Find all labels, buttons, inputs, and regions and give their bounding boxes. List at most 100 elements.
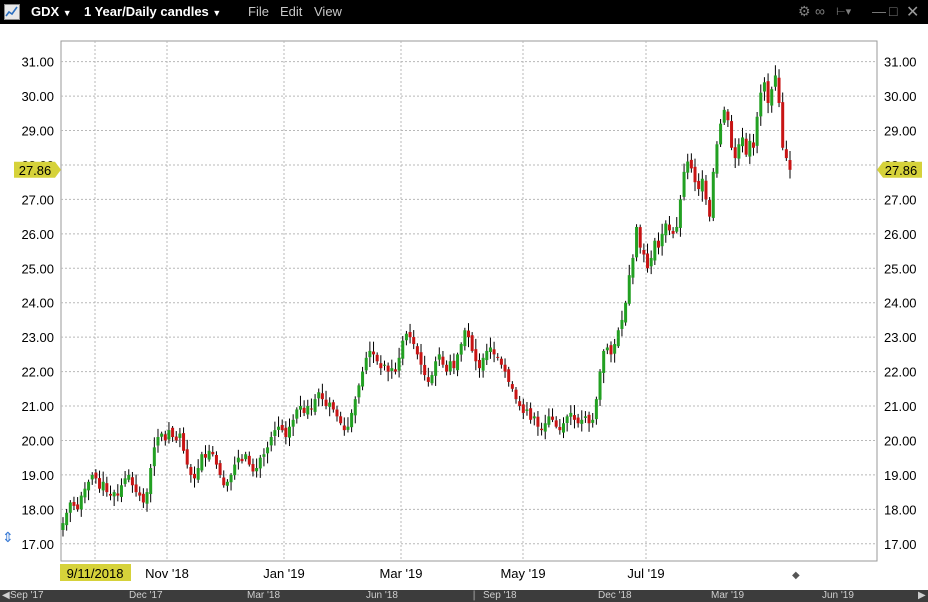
candle-body [98, 478, 102, 489]
candle-body [540, 428, 544, 431]
candle-body [342, 425, 346, 431]
chart-app-icon[interactable] [4, 4, 20, 20]
close-icon[interactable]: ✕ [906, 2, 919, 22]
candle-body [423, 364, 427, 376]
candle-body [280, 424, 284, 431]
menu-view[interactable]: View [314, 4, 342, 19]
candle-body [656, 240, 660, 248]
candle-body [320, 393, 324, 400]
candle-body [561, 423, 565, 433]
candle-body [83, 488, 87, 498]
candle-body [182, 433, 186, 451]
candle-body [397, 357, 401, 371]
candle-body [401, 340, 405, 359]
candle-body [448, 361, 452, 372]
candle-body [382, 364, 386, 366]
y-tick-label-right: 21.00 [884, 399, 917, 414]
candle-body [379, 363, 383, 369]
pin-icon[interactable]: ⊢▾ [836, 5, 851, 18]
candle-body [87, 481, 91, 491]
candle-body [112, 492, 116, 497]
timeframe-selector[interactable]: 1 Year/Daily candles ▼ [84, 4, 221, 19]
candle-body [437, 354, 441, 360]
candle-body [719, 123, 723, 145]
candle-body [693, 166, 697, 183]
nav-handle-icon[interactable]: ❙ [470, 590, 478, 601]
chart-area[interactable]: 17.00 18.00 19.00 20.00 21.00 22.00 23.00 24.00… [0, 24, 928, 590]
symbol-label: GDX [31, 4, 60, 19]
candle-body [368, 350, 372, 358]
candle-body [156, 437, 160, 446]
candle-body [331, 402, 335, 410]
candle-body [587, 414, 591, 424]
nav-label: Mar '19 [711, 590, 745, 601]
nav-left-arrow-icon[interactable]: ◀ [2, 590, 10, 601]
candle-body [306, 406, 310, 415]
candle-body [470, 335, 474, 351]
candle-body [514, 389, 518, 400]
candle-body [583, 416, 587, 418]
candle-body [244, 454, 248, 460]
y-tick-label-right: 23.00 [884, 330, 917, 345]
candle-body [682, 171, 686, 197]
nav-right-arrow-icon[interactable]: ▶ [918, 590, 926, 601]
candle-body [372, 351, 376, 355]
candle-body [207, 450, 211, 460]
candle-body [145, 492, 149, 504]
symbol-selector[interactable]: GDX ▼ [31, 4, 72, 19]
candle-body [737, 144, 741, 159]
candle-body [474, 349, 478, 362]
candle-body [141, 493, 145, 503]
nav-label: Dec '18 [598, 590, 632, 601]
candle-body [441, 356, 445, 365]
candle-body [426, 377, 430, 382]
candlestick-chart[interactable]: 17.00 18.00 19.00 20.00 21.00 22.00 23.00 24.00… [0, 24, 928, 590]
candle-body [200, 454, 204, 471]
y-tick-label-right: 31.00 [884, 55, 917, 70]
candle-body [408, 332, 412, 338]
candle-body [507, 369, 511, 382]
candle-body [298, 406, 302, 410]
candle-body [467, 330, 471, 338]
candle-body [784, 149, 788, 159]
candle-body [609, 345, 613, 355]
candle-body [313, 399, 317, 412]
menu-file[interactable]: File [248, 4, 269, 19]
candle-body [766, 81, 770, 103]
y-tick-label-left: 21.00 [21, 399, 54, 414]
candle-body [503, 364, 507, 372]
timeline-navigator[interactable]: ◀ Sep '17 Dec '17 Mar '18 Jun '18 ❙ Sep … [0, 590, 928, 602]
candle-body [532, 416, 536, 419]
candle-body [415, 346, 419, 355]
candle-body [726, 111, 730, 121]
candle-body [689, 159, 693, 169]
candle-body [328, 402, 332, 407]
y-tick-label-left: 31.00 [21, 55, 54, 70]
y-tick-label-right: 29.00 [884, 124, 917, 139]
nav-label: Mar '18 [247, 590, 281, 601]
candle-body [748, 140, 752, 157]
maximize-icon[interactable]: □ [889, 3, 897, 19]
nav-label: Sep '18 [483, 590, 517, 601]
candle-body [90, 474, 94, 480]
chart-app-icon-glyph [5, 6, 18, 17]
candle-body [324, 399, 328, 407]
link-icon[interactable]: ∞ [815, 3, 825, 19]
candle-body [459, 344, 463, 355]
y-tick-label-right: 19.00 [884, 468, 917, 483]
candle-body [412, 337, 416, 345]
minimize-icon[interactable]: — [872, 3, 886, 19]
candle-body [496, 356, 500, 358]
menu-edit[interactable]: Edit [280, 4, 302, 19]
drag-arrows-icon[interactable]: ⇕ [2, 529, 14, 545]
candle-body [602, 350, 606, 373]
candle-body [273, 430, 277, 436]
candle-body [262, 454, 266, 457]
candle-body [708, 200, 712, 217]
gear-icon[interactable]: ⚙ [798, 3, 811, 20]
scroll-right-marker-icon[interactable]: ◆ [792, 570, 800, 581]
candle-body [240, 458, 244, 462]
candle-body [353, 399, 357, 416]
candle-body [551, 416, 555, 420]
candle-body [525, 409, 529, 411]
